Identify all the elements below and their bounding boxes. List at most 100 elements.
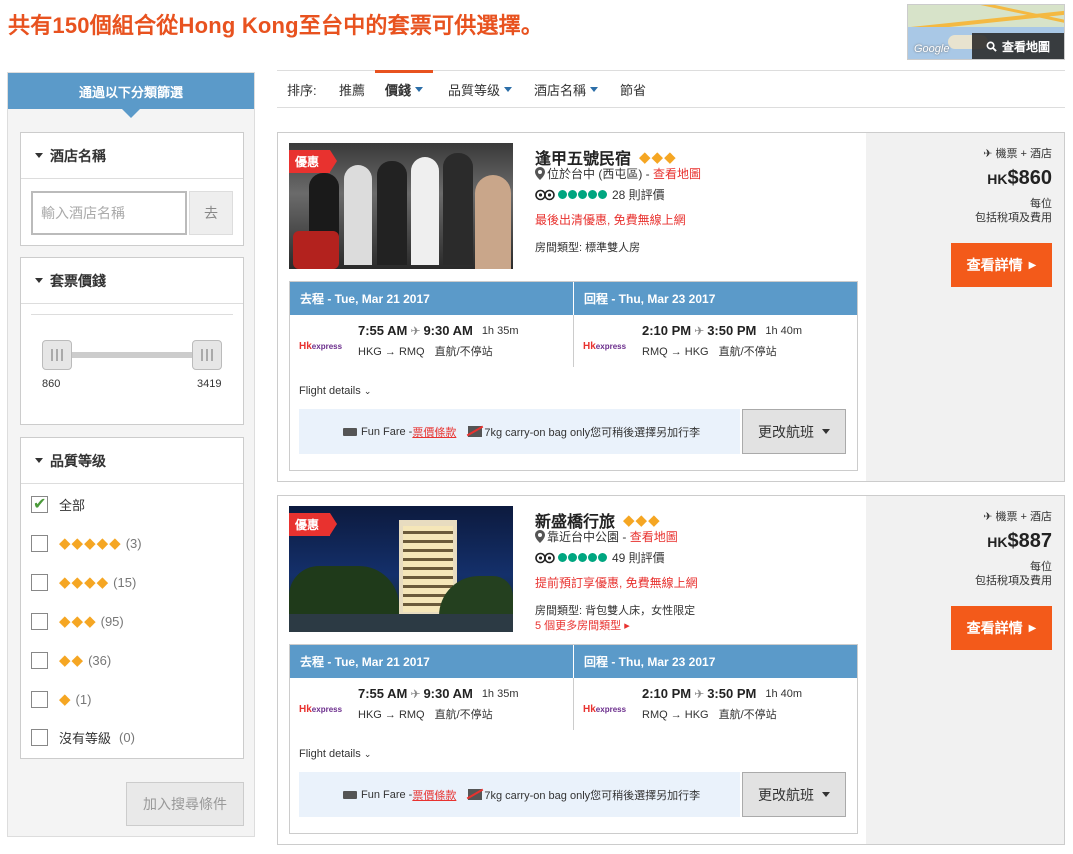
view-map-link[interactable]: 查看地圖	[653, 165, 701, 182]
change-flight-button[interactable]: 更改航班	[742, 409, 846, 454]
chevron-down-icon	[415, 87, 424, 92]
view-details-button[interactable]: 查看詳情 ▶	[951, 606, 1052, 650]
price-filter: 套票價錢 860 3419	[20, 257, 244, 425]
change-flight-label: 更改航班	[758, 786, 814, 803]
double-chevron-down-icon: ⌄	[363, 749, 372, 759]
rating-option[interactable]: ◆ (1)	[31, 690, 91, 708]
sort-rating[interactable]: 品質等级	[448, 71, 513, 107]
rating-option[interactable]: ◆◆◆ (95)	[31, 612, 124, 630]
flight-details-label: Flight details	[299, 748, 361, 760]
checkbox[interactable]	[31, 690, 48, 708]
stops: 直航/不停站	[718, 346, 777, 358]
chevron-down-icon	[590, 86, 599, 92]
stops: 直航/不停站	[434, 346, 493, 358]
page-title: 共有150個組合從Hong Kong至台中的套票可供選擇。	[8, 13, 544, 38]
fare-rules-link[interactable]: 票價條款	[412, 424, 456, 440]
diamond-rating-icon: ◆◆◆	[59, 613, 97, 630]
fare-name: Fun Fare -	[361, 788, 413, 801]
hotel-photo[interactable]: 優惠	[289, 143, 513, 269]
chevron-right-icon: ▶	[1028, 622, 1037, 634]
return-header: 回程 - Thu, Mar 23 2017	[574, 645, 857, 678]
departure-time: 7:55 AM	[358, 323, 408, 338]
plane-icon: ✈	[983, 147, 993, 160]
divider	[31, 314, 233, 315]
price-min-value: 860	[42, 378, 61, 390]
rating-filter: 品質等级 全部 ◆◆◆◆◆(3) ◆◆◆◆(15) ◆◆◆(95) ◆◆(36) ◆(1)…	[20, 437, 244, 759]
rating-option[interactable]: 沒有等級 (0)	[31, 728, 135, 747]
hotel-name-filter: 酒店名稱 去	[20, 132, 244, 246]
hotel-name-input[interactable]	[31, 191, 187, 235]
flight-box: 去程 - Tue, Mar 21 2017 回程 - Thu, Mar 23 2…	[289, 281, 858, 471]
hotel-location-text: 位於台中 (西屯區)	[547, 167, 643, 181]
add-search-criteria-button[interactable]: 加入搜尋條件	[126, 782, 244, 826]
diamond-rating-icon: ◆◆◆	[639, 149, 677, 166]
rating-option[interactable]: ◆◆◆◆ (15)	[31, 573, 136, 591]
sort-savings[interactable]: 節省	[620, 71, 646, 107]
arrival-time: 3:50 PM	[707, 323, 757, 338]
rating-option[interactable]: ◆◆◆◆◆ (3)	[31, 534, 142, 552]
flight-times: 2:10 PM ✈ 3:50 PM 1h 40m	[642, 323, 802, 338]
tripadvisor-rating[interactable]: 49 則評價	[535, 549, 665, 566]
tripadvisor-rating[interactable]: 28 則評價	[535, 186, 665, 203]
checkbox[interactable]	[31, 494, 48, 514]
rating-option-count: (36)	[88, 652, 112, 668]
rating-filter-title: 品質等级	[50, 452, 106, 469]
rating-option-count: (3)	[125, 535, 142, 551]
deal-badge: 優惠	[289, 150, 338, 173]
map-thumbnail[interactable]: Google 查看地圖	[907, 4, 1065, 60]
view-map-button[interactable]: 查看地圖	[972, 33, 1064, 59]
rating-option-label: 全部	[59, 498, 86, 513]
rating-option-label: 沒有等級	[59, 731, 112, 746]
fare-rules-link[interactable]: 票價條款	[412, 787, 456, 803]
plane-icon: ✈	[694, 323, 705, 338]
stops: 直航/不停站	[718, 709, 777, 721]
flight-times: 7:55 AM ✈ 9:30 AM 1h 35m	[358, 323, 519, 338]
checkbox[interactable]	[31, 612, 48, 630]
rating-bubbles	[558, 190, 607, 199]
plane-icon: ✈	[983, 510, 993, 523]
room-type: 房間類型: 背包雙人床，女性限定	[535, 605, 696, 617]
hotel-name-go-button[interactable]: 去	[189, 191, 233, 235]
flight-duration: 1h 35m	[481, 324, 519, 337]
sort-price[interactable]: 價錢	[375, 70, 434, 106]
view-details-button[interactable]: 查看詳情 ▶	[951, 243, 1052, 287]
price-slider-min-handle[interactable]	[42, 340, 72, 370]
sort-hotel-name[interactable]: 酒店名稱	[534, 71, 599, 107]
flight-details-toggle[interactable]: Flight details ⌄	[299, 748, 371, 760]
price-filter-toggle[interactable]: 套票價錢	[21, 258, 243, 304]
no-baggage-icon	[468, 789, 483, 800]
tax-note: 包括稅項及費用	[975, 575, 1052, 587]
hotel-name-filter-toggle[interactable]: 酒店名稱	[21, 133, 243, 179]
rating-option-count: (1)	[75, 691, 92, 707]
checkbox[interactable]	[31, 534, 48, 552]
price-slider-max-handle[interactable]	[192, 340, 222, 370]
return-leg: Hkexpress 2:10 PM ✈ 3:50 PM 1h 40m RMQ →…	[574, 315, 857, 367]
currency: HK	[987, 171, 1008, 187]
price: HK$887	[987, 530, 1052, 553]
hotel-photo[interactable]: 優惠	[289, 506, 513, 632]
rating-option-count: (15)	[113, 574, 137, 590]
route-airports: HKG → RMQ	[358, 346, 425, 358]
sort-recommended[interactable]: 推薦	[339, 71, 365, 107]
review-count: 28 則評價	[612, 188, 665, 202]
rating-filter-toggle[interactable]: 品質等级	[21, 438, 243, 484]
more-room-types-link[interactable]: 5 個更多房間類型 ▸	[535, 617, 630, 633]
tripadvisor-owl-icon	[535, 189, 555, 200]
checkbox[interactable]	[31, 573, 48, 591]
arrival-time: 9:30 AM	[423, 323, 473, 338]
rating-option[interactable]: ◆◆ (36)	[31, 651, 111, 669]
change-flight-label: 更改航班	[758, 423, 814, 440]
checkbox[interactable]	[31, 729, 48, 746]
price-slider-track[interactable]	[57, 352, 207, 358]
flight-times: 7:55 AM ✈ 9:30 AM 1h 35m	[358, 686, 519, 701]
plane-icon: ✈	[410, 686, 421, 701]
checkbox[interactable]	[31, 651, 48, 669]
rating-option[interactable]: 全部	[31, 494, 93, 514]
view-map-link[interactable]: 查看地圖	[630, 528, 678, 545]
currency: HK	[987, 534, 1008, 550]
change-flight-button[interactable]: 更改航班	[742, 772, 846, 817]
ticket-icon	[343, 790, 357, 799]
caret-down-icon	[35, 153, 43, 158]
flight-details-toggle[interactable]: Flight details ⌄	[299, 385, 371, 397]
no-baggage-icon	[468, 426, 483, 437]
